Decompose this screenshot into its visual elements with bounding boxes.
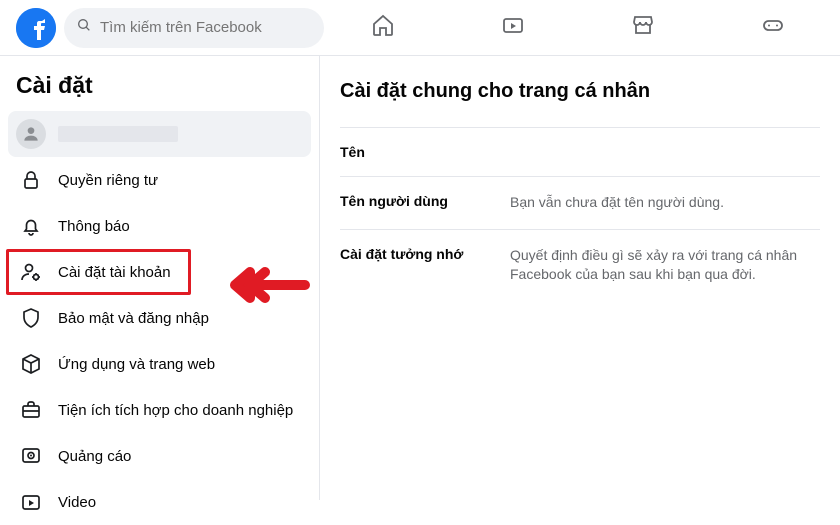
nav-home[interactable] — [358, 8, 408, 48]
sidebar-title: Cài đặt — [8, 68, 311, 111]
row-label: Tên người dùng — [340, 193, 510, 209]
facebook-logo[interactable] — [16, 8, 56, 48]
sidebar-item-label: Tiện ích tích hợp cho doanh nghiệp — [58, 402, 293, 419]
profile-name-placeholder — [58, 126, 178, 142]
sidebar-item-label: Cài đặt tài khoản — [58, 264, 171, 281]
search-input[interactable] — [100, 19, 312, 36]
row-value: Quyết định điều gì sẽ xảy ra với trang c… — [510, 246, 820, 285]
avatar-icon — [16, 119, 46, 149]
page-title: Cài đặt chung cho trang cá nhân — [340, 80, 820, 103]
lock-icon — [16, 165, 46, 195]
settings-sidebar: Cài đặt Quyền riêng tư Thông báo Cài đặt… — [0, 56, 320, 500]
sidebar-item-profile[interactable] — [8, 111, 311, 157]
sidebar-item-security[interactable]: Bảo mật và đăng nhập — [8, 295, 311, 341]
sidebar-item-label: Video — [58, 494, 96, 511]
sidebar-item-notifications[interactable]: Thông báo — [8, 203, 311, 249]
megaphone-icon — [16, 441, 46, 471]
box-icon — [16, 349, 46, 379]
nav-watch[interactable] — [488, 8, 538, 48]
briefcase-icon — [16, 395, 46, 425]
sidebar-item-apps[interactable]: Ứng dụng và trang web — [8, 341, 311, 387]
row-label: Cài đặt tưởng nhớ — [340, 246, 510, 262]
sidebar-item-privacy[interactable]: Quyền riêng tư — [8, 157, 311, 203]
top-nav — [332, 8, 824, 48]
gaming-icon — [761, 13, 785, 42]
sidebar-item-business[interactable]: Tiện ích tích hợp cho doanh nghiệp — [8, 387, 311, 433]
setting-row-username[interactable]: Tên người dùng Bạn vẫn chưa đặt tên ngườ… — [340, 176, 820, 229]
nav-marketplace[interactable] — [618, 8, 668, 48]
bell-icon — [16, 211, 46, 241]
shield-icon — [16, 303, 46, 333]
sidebar-item-label: Thông báo — [58, 218, 130, 235]
sidebar-item-ads[interactable]: Quảng cáo — [8, 433, 311, 479]
setting-row-memorial[interactable]: Cài đặt tưởng nhớ Quyết định điều gì sẽ … — [340, 229, 820, 301]
person-gear-icon — [16, 257, 46, 287]
nav-gaming[interactable] — [748, 8, 798, 48]
sidebar-item-label: Quảng cáo — [58, 448, 131, 465]
search-box[interactable] — [64, 8, 324, 48]
top-bar — [0, 0, 840, 56]
search-icon — [76, 17, 92, 38]
sidebar-item-label: Bảo mật và đăng nhập — [58, 310, 209, 327]
video-icon — [16, 487, 46, 517]
sidebar-item-account-settings[interactable]: Cài đặt tài khoản — [8, 249, 311, 295]
row-label: Tên — [340, 144, 510, 160]
watch-icon — [501, 13, 525, 42]
sidebar-item-video[interactable]: Video — [8, 479, 311, 525]
marketplace-icon — [631, 13, 655, 42]
home-icon — [371, 13, 395, 42]
setting-row-name[interactable]: Tên — [340, 127, 820, 176]
row-value: Bạn vẫn chưa đặt tên người dùng. — [510, 193, 724, 213]
sidebar-item-label: Ứng dụng và trang web — [58, 356, 215, 373]
sidebar-item-label: Quyền riêng tư — [58, 172, 158, 189]
main-panel: Cài đặt chung cho trang cá nhân Tên Tên … — [320, 56, 840, 500]
